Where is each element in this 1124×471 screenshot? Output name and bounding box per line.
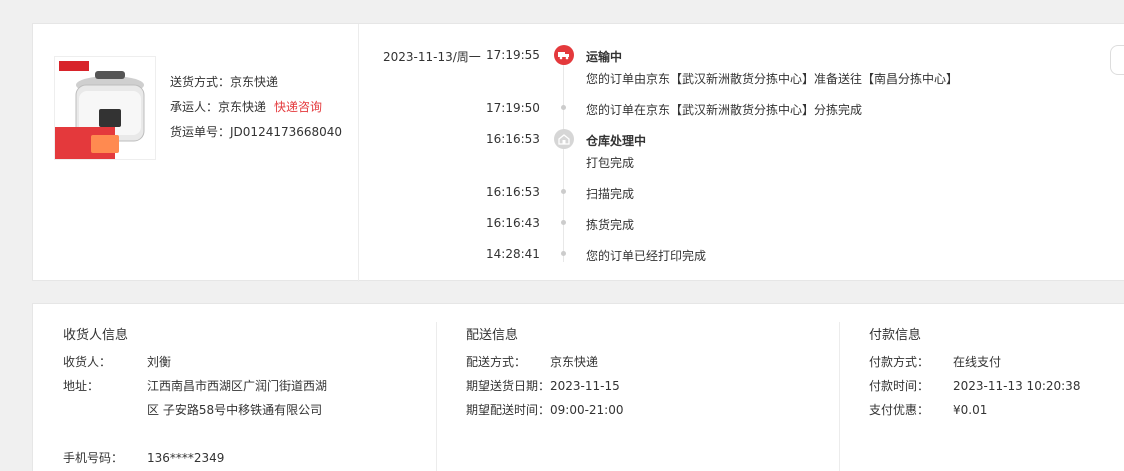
payment-discount: ¥0.01 — [953, 403, 988, 417]
receiver-address-label: 地址： — [63, 379, 100, 393]
section-divider — [358, 24, 359, 282]
payment-title: 付款信息 — [869, 328, 922, 343]
shipment-method-row: 送货方式：京东快递 — [170, 70, 342, 95]
timeline-dot — [561, 251, 566, 256]
delivery-date-label: 期望送货日期： — [466, 379, 551, 393]
receiver-title: 收货人信息 — [63, 328, 129, 343]
shipment-method-label: 送货方式： — [170, 75, 231, 89]
delivery-title: 配送信息 — [466, 328, 519, 343]
receiver-phone: 136****2349 — [147, 451, 225, 465]
delivery-method: 京东快递 — [550, 355, 599, 369]
delivery-date-row: 期望送货日期：2023-11-15 — [466, 374, 620, 398]
truck-icon — [554, 45, 574, 65]
timeline-date: 2023-11-13/周一 — [383, 50, 481, 64]
shipment-info: 送货方式：京东快递 承运人：京东快递 快递咨询 货运单号：JD0124173668… — [170, 70, 342, 145]
timeline-dot — [561, 220, 566, 225]
timeline-event-text: 拣货完成 — [586, 218, 635, 232]
timeline-status-title: 仓库处理中 — [586, 134, 647, 148]
floating-side-button[interactable] — [1110, 45, 1124, 75]
order-info-card: 收货人信息 收货人： 刘衡 地址： 江西南昌市西湖区广润门街道西湖区 子安路58号… — [32, 303, 1124, 471]
timeline-event-text: 打包完成 — [586, 156, 635, 170]
rice-cooker-image — [55, 57, 155, 159]
timeline-event-text: 您的订单在京东【武汉新洲散货分拣中心】分拣完成 — [586, 103, 863, 117]
receiver-address: 江西南昌市西湖区广润门街道西湖区 子安路58号中移铁通有限公司 — [147, 379, 328, 417]
carrier-label: 承运人： — [170, 100, 219, 114]
timeline-dot — [561, 189, 566, 194]
column-divider — [436, 322, 437, 471]
warehouse-icon — [554, 129, 574, 149]
receiver-name-label: 收货人： — [63, 355, 112, 369]
tracking-label: 货运单号： — [170, 125, 231, 139]
timeline-time: 16:16:43 — [486, 216, 540, 230]
receiver-name: 刘衡 — [147, 355, 172, 369]
carrier-row: 承运人：京东快递 快递咨询 — [170, 95, 342, 120]
receiver-name-row: 收货人： 刘衡 — [63, 350, 171, 374]
delivery-time: 09:00-21:00 — [550, 403, 624, 417]
delivery-method-row: 配送方式： 京东快递 — [466, 350, 598, 374]
delivery-time-label: 期望配送时间： — [466, 403, 551, 417]
payment-discount-label: 支付优惠： — [869, 403, 930, 417]
timeline-event-text: 扫描完成 — [586, 187, 635, 201]
logistics-card: 送货方式：京东快递 承运人：京东快递 快递咨询 货运单号：JD0124173668… — [32, 23, 1124, 282]
timeline-dot — [561, 105, 566, 110]
tracking-number: JD0124173668040 — [230, 125, 343, 139]
payment-method-label: 付款方式： — [869, 355, 930, 369]
payment-method-row: 付款方式： 在线支付 — [869, 350, 1001, 374]
timeline-time: 14:28:41 — [486, 247, 540, 261]
column-divider — [839, 322, 840, 471]
timeline-time: 17:19:50 — [486, 101, 540, 115]
payment-discount-row: 支付优惠： ¥0.01 — [869, 398, 987, 422]
payment-time: 2023-11-13 10:20:38 — [953, 379, 1081, 393]
timeline-time: 16:16:53 — [486, 132, 540, 146]
delivery-time-row: 期望配送时间：09:00-21:00 — [466, 398, 624, 422]
delivery-date: 2023-11-15 — [550, 379, 620, 393]
timeline-status-title: 运输中 — [586, 50, 623, 64]
carrier-value: 京东快递 — [218, 100, 267, 114]
payment-method: 在线支付 — [953, 355, 1002, 369]
payment-time-label: 付款时间： — [869, 379, 930, 393]
payment-time-row: 付款时间： 2023-11-13 10:20:38 — [869, 374, 1080, 398]
timeline-event-text: 您的订单已经打印完成 — [586, 249, 707, 263]
timeline-line — [563, 62, 564, 262]
courier-inquiry-link[interactable]: 快递咨询 — [274, 100, 322, 114]
tracking-row: 货运单号：JD0124173668040 — [170, 120, 342, 145]
receiver-phone-row: 手机号码： 136****2349 — [63, 446, 224, 470]
timeline-event-text: 您的订单由京东【武汉新洲散货分拣中心】准备送往【南昌分拣中心】 — [586, 72, 959, 86]
timeline-time: 17:19:55 — [486, 48, 540, 62]
shipment-method-value: 京东快递 — [230, 75, 279, 89]
delivery-method-label: 配送方式： — [466, 355, 527, 369]
timeline-time: 16:16:53 — [486, 185, 540, 199]
receiver-phone-label: 手机号码： — [63, 451, 124, 465]
product-image[interactable] — [54, 56, 156, 160]
